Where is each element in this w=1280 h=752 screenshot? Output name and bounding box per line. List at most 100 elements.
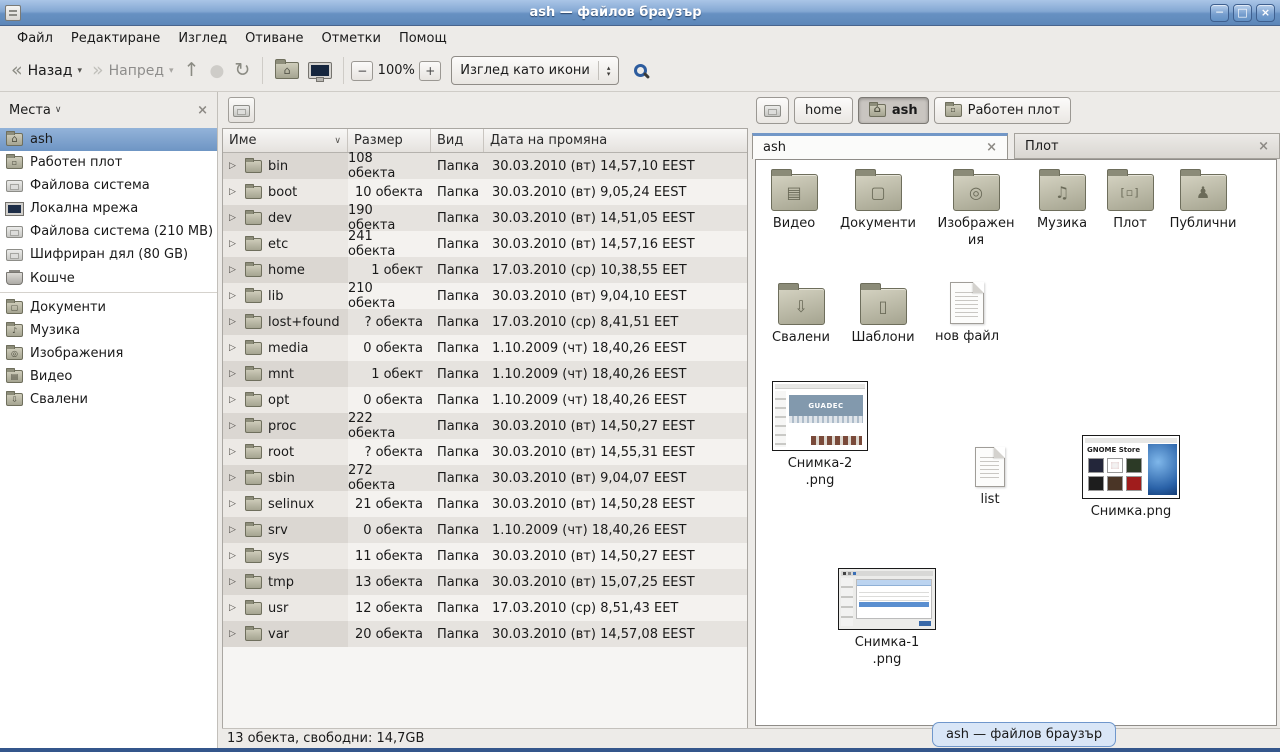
column-header-name[interactable]: Име [223, 129, 348, 152]
table-row[interactable]: home 1 обект Папка 17.03.2010 (ср) 10,38… [223, 257, 747, 283]
column-header-date[interactable]: Дата на промяна [484, 129, 747, 152]
expander-icon[interactable] [229, 343, 239, 353]
table-row[interactable]: mnt 1 обект Папка 1.10.2009 (чт) 18,40,2… [223, 361, 747, 387]
folder-item-pictures[interactable]: Изображения [932, 174, 1020, 250]
taskbar-window-label[interactable]: ash — файлов браузър [932, 722, 1116, 747]
view-mode-select[interactable]: Изглед като икони [451, 56, 619, 85]
sidebar-item[interactable]: Работен плот [0, 151, 217, 174]
sidebar-item[interactable]: Свалени [0, 388, 217, 411]
path-button-ash[interactable]: ash [858, 97, 929, 124]
close-button[interactable] [1256, 4, 1275, 22]
column-header-type[interactable]: Вид [431, 129, 484, 152]
sidebar-item[interactable]: Шифриран дял (80 GB) [0, 243, 217, 266]
stop-button[interactable] [205, 57, 230, 84]
sidebar-item[interactable]: Файлова система [0, 174, 217, 197]
expander-icon[interactable] [229, 187, 239, 197]
file-item-new-file[interactable]: нов файл [929, 282, 1005, 346]
table-row[interactable]: usr 12 обекта Папка 17.03.2010 (ср) 8,51… [223, 595, 747, 621]
menu-item[interactable]: Редактиране [62, 29, 169, 48]
table-row[interactable]: var 20 обекта Папка 30.03.2010 (вт) 14,5… [223, 621, 747, 647]
expander-icon[interactable] [229, 239, 239, 249]
path-root-button[interactable] [756, 97, 789, 124]
expander-icon[interactable] [229, 161, 239, 171]
expander-icon[interactable] [229, 369, 239, 379]
sidebar-title[interactable]: Места [9, 103, 51, 118]
table-row[interactable]: opt 0 обекта Папка 1.10.2009 (чт) 18,40,… [223, 387, 747, 413]
folder-item-downloads[interactable]: Свалени [763, 288, 839, 347]
table-row[interactable]: lib 210 обекта Папка 30.03.2010 (вт) 9,0… [223, 283, 747, 309]
folder-item-video[interactable]: Видео [760, 174, 828, 233]
file-item-snimka-2[interactable]: GUADEC Снимка-2.png [772, 381, 868, 490]
column-header-size[interactable]: Размер [348, 129, 431, 152]
maximize-button[interactable] [1233, 4, 1252, 22]
table-row[interactable]: lost+found ? обекта Папка 17.03.2010 (ср… [223, 309, 747, 335]
sidebar-title-caret-icon[interactable] [55, 105, 62, 115]
file-item-snimka-1[interactable]: Снимка-1.png [838, 568, 936, 669]
table-row[interactable]: tmp 13 обекта Папка 30.03.2010 (вт) 15,0… [223, 569, 747, 595]
expander-icon[interactable] [229, 265, 239, 275]
filesystem-root-button[interactable] [228, 97, 255, 123]
table-row[interactable]: sys 11 обекта Папка 30.03.2010 (вт) 14,5… [223, 543, 747, 569]
minimize-button[interactable] [1210, 4, 1229, 22]
table-row[interactable]: etc 241 обекта Папка 30.03.2010 (вт) 14,… [223, 231, 747, 257]
path-button-home[interactable]: home [794, 97, 853, 124]
menu-item[interactable]: Изглед [169, 29, 236, 48]
sidebar-item[interactable]: Документи [0, 296, 217, 319]
table-row[interactable]: media 0 обекта Папка 1.10.2009 (чт) 18,4… [223, 335, 747, 361]
expander-icon[interactable] [229, 499, 239, 509]
titlebar[interactable]: ash — файлов браузър [0, 0, 1280, 26]
sidebar-item[interactable]: ash [0, 128, 217, 151]
expander-icon[interactable] [229, 317, 239, 327]
table-row[interactable]: boot 10 обекта Папка 30.03.2010 (вт) 9,0… [223, 179, 747, 205]
tab-close-icon[interactable] [1258, 139, 1269, 154]
table-row[interactable]: srv 0 обекта Папка 1.10.2009 (чт) 18,40,… [223, 517, 747, 543]
sidebar-close-icon[interactable] [197, 103, 208, 118]
file-item-list[interactable]: list [960, 447, 1020, 509]
sidebar-item[interactable]: Кошче [0, 266, 217, 293]
back-button[interactable]: Назад [6, 57, 87, 84]
forward-button[interactable]: Напред [87, 57, 179, 84]
back-history-chevron-icon[interactable] [77, 66, 82, 76]
folder-item-public[interactable]: Публични [1163, 174, 1243, 233]
reload-button[interactable] [229, 57, 255, 84]
sidebar-item[interactable]: Изображения [0, 342, 217, 365]
table-row[interactable]: bin 108 обекта Папка 30.03.2010 (вт) 14,… [223, 153, 747, 179]
sidebar-item[interactable]: Файлова система (210 MB) [0, 220, 217, 243]
expander-icon[interactable] [229, 603, 239, 613]
sidebar-item[interactable]: Видео [0, 365, 217, 388]
expander-icon[interactable] [229, 291, 239, 301]
tab-close-icon[interactable] [986, 140, 997, 155]
expander-icon[interactable] [229, 525, 239, 535]
path-button-desktop[interactable]: Работен плот [934, 97, 1071, 124]
expander-icon[interactable] [229, 629, 239, 639]
table-row[interactable]: dev 190 обекта Папка 30.03.2010 (вт) 14,… [223, 205, 747, 231]
table-row[interactable]: root ? обекта Папка 30.03.2010 (вт) 14,5… [223, 439, 747, 465]
expander-icon[interactable] [229, 447, 239, 457]
zoom-in-button[interactable] [419, 61, 441, 81]
file-item-snimka[interactable]: GNOME Store Снимка.png [1082, 435, 1180, 521]
folder-item-music[interactable]: Музика [1027, 174, 1097, 233]
table-row[interactable]: selinux 21 обекта Папка 30.03.2010 (вт) … [223, 491, 747, 517]
folder-item-desktop[interactable]: Плот [1100, 174, 1160, 233]
expander-icon[interactable] [229, 421, 239, 431]
zoom-out-button[interactable] [351, 61, 373, 81]
computer-button[interactable] [304, 59, 336, 82]
up-button[interactable] [179, 57, 205, 84]
home-button[interactable] [270, 58, 304, 83]
table-row[interactable]: sbin 272 обекта Папка 30.03.2010 (вт) 9,… [223, 465, 747, 491]
sidebar-item[interactable]: Локална мрежа [0, 197, 217, 220]
expander-icon[interactable] [229, 395, 239, 405]
expander-icon[interactable] [229, 551, 239, 561]
expander-icon[interactable] [229, 577, 239, 587]
menu-item[interactable]: Помощ [390, 29, 456, 48]
expander-icon[interactable] [229, 473, 239, 483]
menu-item[interactable]: Отиване [236, 29, 312, 48]
expander-icon[interactable] [229, 213, 239, 223]
menu-item[interactable]: Файл [8, 29, 62, 48]
table-row[interactable]: proc 222 обекта Папка 30.03.2010 (вт) 14… [223, 413, 747, 439]
tab-ash[interactable]: ash [752, 133, 1008, 159]
search-button[interactable] [631, 61, 650, 80]
menu-item[interactable]: Отметки [312, 29, 389, 48]
folder-item-templates[interactable]: Шаблони [845, 288, 921, 347]
icon-view[interactable]: Видео Документи Изображения Музика Плот … [755, 159, 1277, 726]
